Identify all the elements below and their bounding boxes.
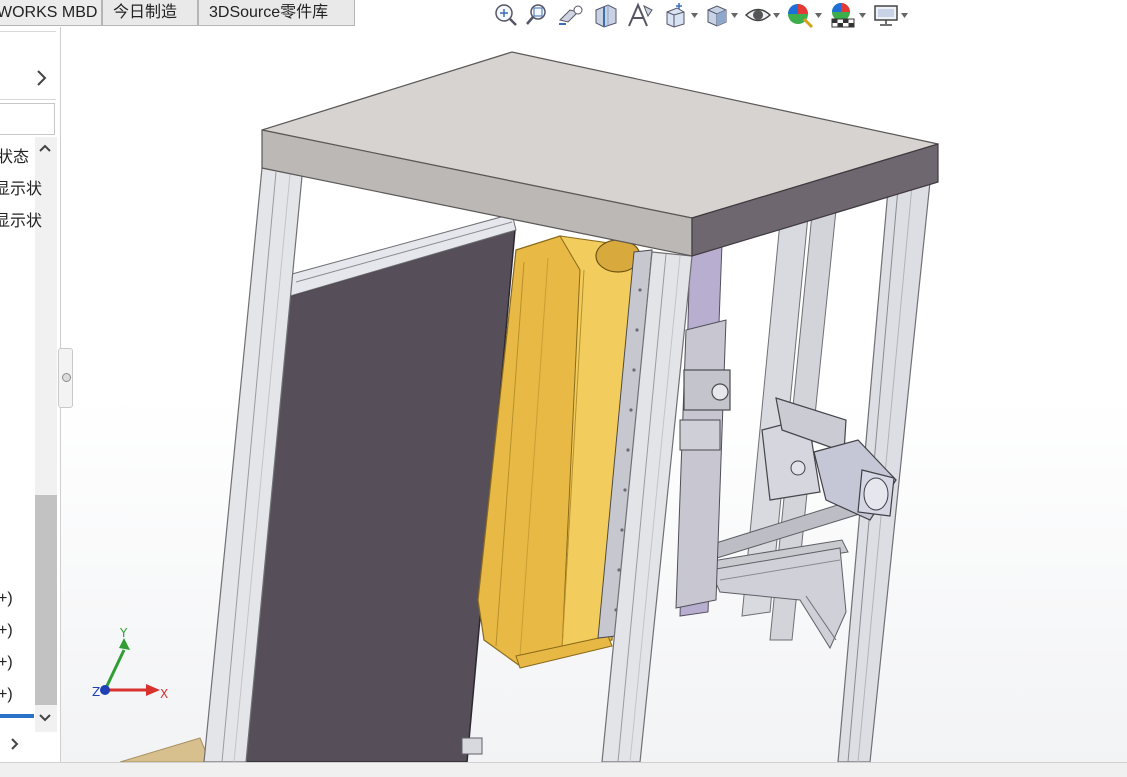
tab-solidworks-mbd[interactable]: WORKS MBD: [0, 0, 102, 26]
status-strip: [0, 762, 1127, 777]
tab-jinri-zhizao[interactable]: 今日制造: [102, 0, 198, 26]
panel-item-display-state[interactable]: 显示状: [0, 175, 42, 199]
view-orientation-button[interactable]: [662, 2, 698, 28]
base-block: [461, 737, 483, 755]
triad-y-label: Y: [119, 626, 128, 640]
reference-triad: Y X Z: [92, 626, 168, 701]
feature-manager-panel: 状态 显示状 显示状 +) +) +) +): [0, 27, 61, 762]
view-settings-icon: [874, 5, 898, 26]
edit-appearance-button[interactable]: [786, 1, 822, 29]
panel-splitter-handle[interactable]: [58, 348, 73, 408]
view-orientation-icon: [666, 3, 685, 28]
dynamic-annotation-views-button[interactable]: [626, 2, 656, 28]
chevron-right-icon[interactable]: [10, 737, 20, 751]
previous-view-button[interactable]: [556, 2, 586, 28]
panel-filter-field[interactable]: [0, 103, 55, 135]
scroll-up-icon[interactable]: [38, 143, 52, 153]
chevron-down-icon: [691, 12, 698, 18]
chevron-right-icon[interactable]: [36, 69, 48, 87]
apply-scene-button[interactable]: [828, 1, 866, 29]
list-item-suffix: +): [0, 622, 13, 639]
list-item-suffix: +): [0, 590, 13, 607]
triad-x-label: X: [160, 687, 168, 701]
motor-shaft-face: [863, 477, 889, 511]
command-manager-tabs: WORKS MBD 今日制造 3DSource零件库: [0, 0, 355, 26]
panel-separator: [0, 99, 56, 100]
previous-view-icon: [559, 5, 583, 25]
chevron-down-icon: [901, 12, 908, 18]
panel-item-state[interactable]: 状态: [0, 143, 29, 167]
bolt-head: [790, 460, 806, 476]
zoom-to-fit-button[interactable]: [492, 2, 518, 28]
zoom-to-area-button[interactable]: [524, 2, 550, 28]
section-view-button[interactable]: [592, 2, 620, 28]
display-style-icon: [707, 5, 727, 27]
edit-appearance-icon: [788, 4, 814, 29]
display-style-button[interactable]: [704, 2, 738, 28]
chevron-down-icon: [773, 12, 780, 18]
zoom-to-area-icon: [526, 4, 546, 25]
chevron-down-icon: [859, 12, 866, 18]
floor-board: [119, 737, 211, 763]
section-view-icon: [595, 4, 617, 28]
apply-scene-icon: [831, 3, 855, 28]
model-scene[interactable]: Y X Z: [0, 0, 1127, 777]
tab-3dsource[interactable]: 3DSource零件库: [198, 0, 355, 26]
triad-z-label: Z: [92, 685, 100, 699]
scroll-down-icon[interactable]: [38, 713, 52, 723]
dynamic-annotation-views-icon: [628, 2, 653, 27]
slide-hole: [711, 383, 729, 401]
panel-item-display-state[interactable]: 显示状: [0, 207, 42, 231]
panel-scrollbar-thumb[interactable]: [35, 495, 57, 705]
slide-block-2: [679, 419, 721, 451]
panel-separator: [0, 31, 56, 32]
selection-highlight: [0, 714, 34, 718]
hide-show-items-icon: [744, 8, 772, 22]
heads-up-view-toolbar: [492, 0, 914, 30]
zoom-to-fit-icon: [495, 4, 517, 26]
hide-show-items-button[interactable]: [744, 2, 780, 28]
chevron-down-icon: [815, 12, 822, 18]
list-item-suffix: +): [0, 686, 13, 703]
chevron-down-icon: [731, 12, 738, 18]
list-item-suffix: +): [0, 654, 13, 671]
view-settings-button[interactable]: [872, 2, 908, 28]
